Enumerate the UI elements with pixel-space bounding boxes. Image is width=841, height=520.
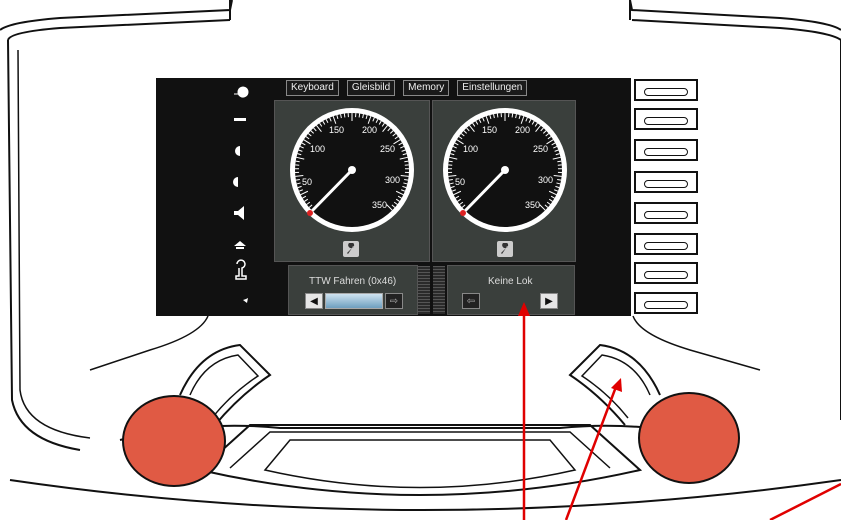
function-key-14[interactable] xyxy=(634,233,698,255)
gauge-tick xyxy=(404,160,409,163)
gauge-tick-label: 50 xyxy=(302,177,312,187)
left-loco-panel: TTW Fahren (0x46) ◀ ⇨ xyxy=(288,265,418,315)
gauge-tick xyxy=(358,113,361,118)
left-loco-prev-button[interactable]: ◀ xyxy=(305,293,323,309)
gauge-tick-label: 250 xyxy=(533,144,548,154)
right-loco-prev-button[interactable]: ⇦ xyxy=(462,293,480,309)
gauge-tick xyxy=(295,178,300,181)
rear-light-icon xyxy=(234,118,246,121)
right-wrench-button[interactable] xyxy=(497,241,513,257)
gauge-tick-label: 50 xyxy=(455,177,465,187)
function-key-12[interactable] xyxy=(634,171,698,193)
gauge-tick-label: 250 xyxy=(380,144,395,154)
left-speedometer: 50 100 150 200 250 300 350 xyxy=(290,108,414,232)
gauge-tick-label: 300 xyxy=(385,175,400,185)
function-key-15[interactable] xyxy=(634,262,698,284)
function-key-9[interactable] xyxy=(634,79,698,101)
gauge-tick-label: 200 xyxy=(362,125,377,135)
right-knob[interactable] xyxy=(638,392,740,484)
menu-gleisbild[interactable]: Gleisbild xyxy=(346,80,396,96)
shunt-icon xyxy=(234,295,248,303)
function-key-16[interactable] xyxy=(634,292,698,314)
menu-memory[interactable]: Memory xyxy=(403,80,450,96)
function-key-13[interactable] xyxy=(634,202,698,224)
left-speed-bar xyxy=(418,266,430,314)
gauge-tick xyxy=(404,178,409,181)
gauge-tick xyxy=(448,160,453,163)
gauge-tick xyxy=(343,113,346,118)
gauge-tick xyxy=(557,178,562,181)
bell-icon xyxy=(233,236,247,249)
left-loco-next-button[interactable]: ⇨ xyxy=(385,293,403,309)
gauge-tick-label: 100 xyxy=(463,144,478,154)
gauge-tick-label: 300 xyxy=(538,175,553,185)
display-screen: Keyboard Gleisbild Memory Einstellungen … xyxy=(156,78,631,316)
gauge-tick-label: 200 xyxy=(515,125,530,135)
gauge-tick xyxy=(295,160,300,163)
half-light-icon xyxy=(234,146,240,156)
right-speed-bar xyxy=(433,266,445,314)
gauge-tick xyxy=(448,178,453,181)
gauge-tick-label: 350 xyxy=(525,200,540,210)
right-loco-name: Keine Lok xyxy=(488,276,533,287)
gauge-tick-label: 350 xyxy=(372,200,387,210)
right-loco-next-button[interactable]: ▶ xyxy=(540,293,558,309)
gauge-tick-label: 150 xyxy=(482,125,497,135)
gauge-tick-label: 100 xyxy=(310,144,325,154)
gauge-tick xyxy=(496,113,499,118)
horn-icon xyxy=(234,206,244,220)
menu-keyboard[interactable]: Keyboard xyxy=(286,80,339,96)
menu-einstellungen[interactable]: Einstellungen xyxy=(457,80,528,96)
function-key-10[interactable] xyxy=(634,108,698,130)
whistle-icon xyxy=(235,259,247,280)
right-loco-panel: Keine Lok ⇦ ▶ xyxy=(447,265,575,315)
wrench-icon xyxy=(347,243,355,254)
left-wrench-button[interactable] xyxy=(343,241,359,257)
gauge-tick xyxy=(557,160,562,163)
left-speed-panel: 50 100 150 200 250 300 350 xyxy=(274,100,430,262)
loco-image xyxy=(325,293,383,309)
right-speed-panel: 50 100 150 200 250 300 350 xyxy=(432,100,576,262)
left-loco-name: TTW Fahren (0x46) xyxy=(309,276,397,287)
wrench-icon xyxy=(501,243,509,254)
left-knob[interactable] xyxy=(122,395,226,487)
cab-light-icon xyxy=(233,177,238,187)
gauge-tick-label: 150 xyxy=(329,125,344,135)
gauge-tick xyxy=(511,113,514,118)
function-key-11[interactable] xyxy=(634,139,698,161)
function-icon-strip xyxy=(233,86,249,303)
top-menu: Keyboard Gleisbild Memory Einstellungen xyxy=(156,78,631,98)
right-speedometer: 50 100 150 200 250 300 350 xyxy=(443,108,567,232)
